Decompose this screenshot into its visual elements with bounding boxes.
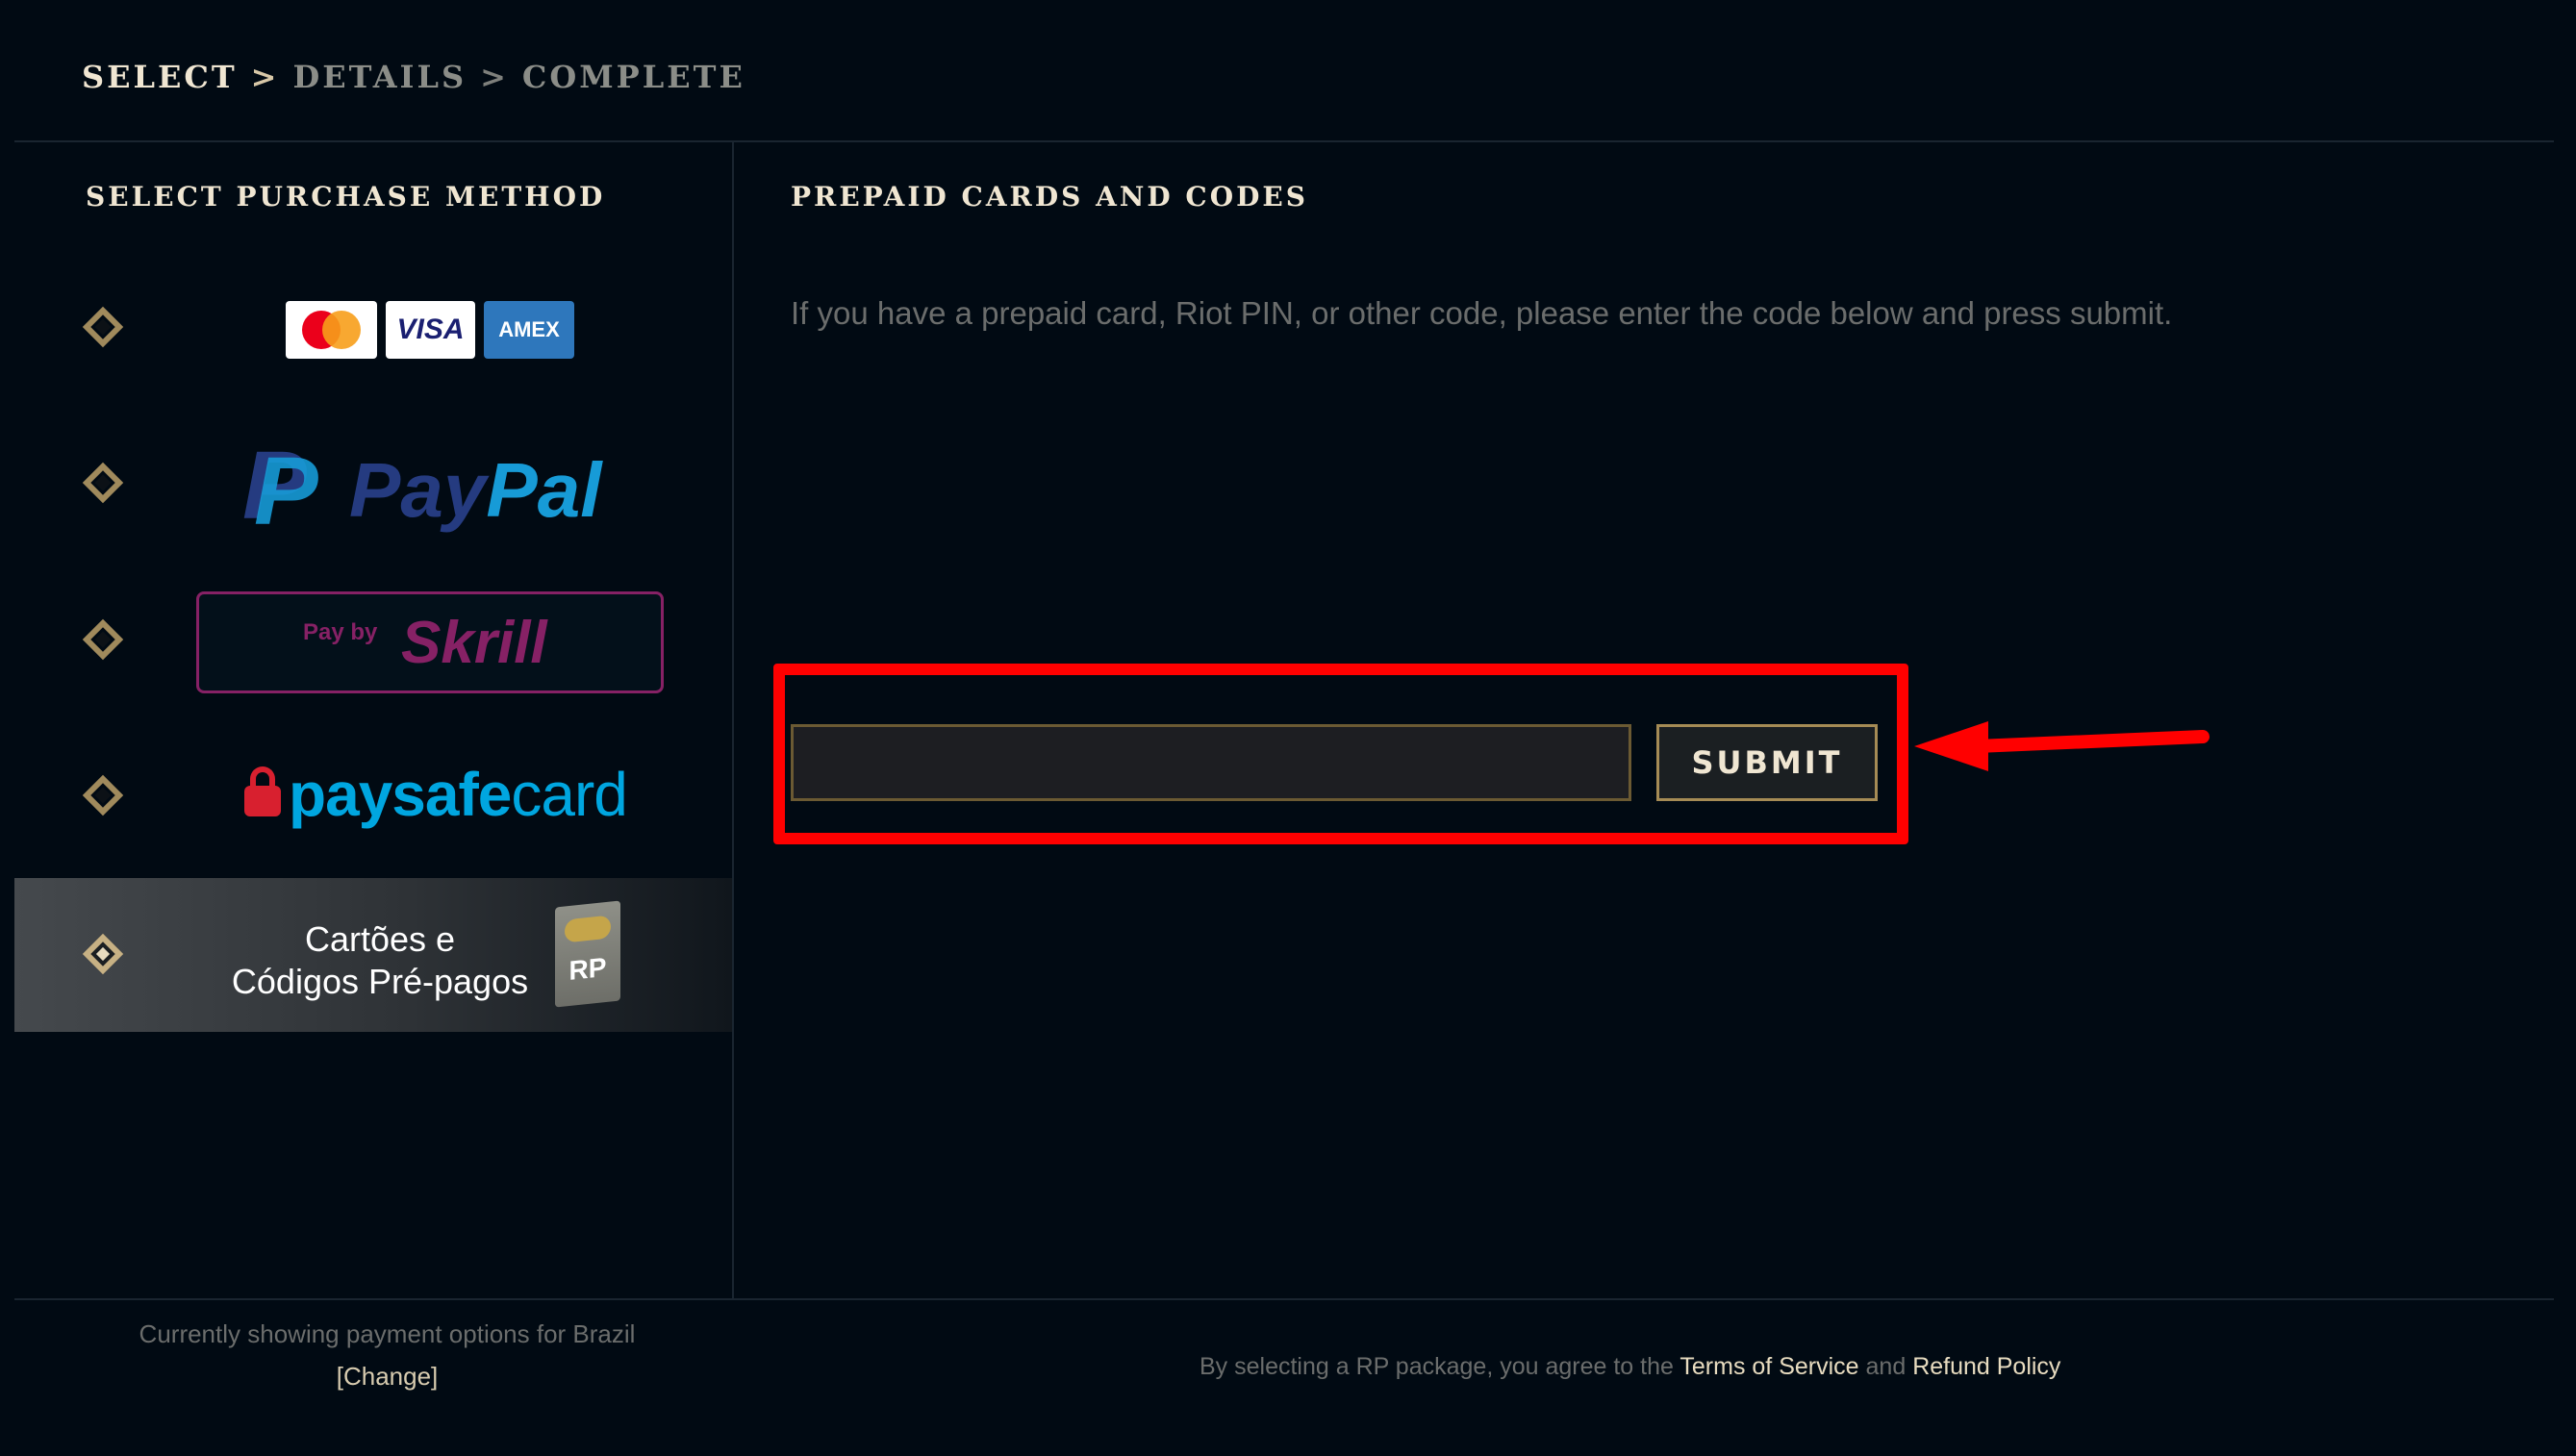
skrill-wordmark: Skrill [401,610,547,676]
prepaid-method-label: Cartões e Códigos Pré-pagos [202,918,558,1003]
purchase-method-title: SELECT PURCHASE METHOD [86,181,606,213]
breadcrumb-step-details: DETAILS [292,59,467,95]
prepaid-label-line2: Códigos Pré-pagos [231,962,529,1001]
terms-and: and [1858,1353,1913,1380]
terms-of-service-link[interactable]: Terms of Service [1679,1353,1858,1380]
mastercard-logo [286,301,377,359]
breadcrumb: SELECT > DETAILS > COMPLETE [82,54,745,100]
panel-divider [732,142,734,1300]
refund-policy-link[interactable]: Refund Policy [1912,1353,2060,1380]
footer-divider [14,1298,2554,1300]
change-region-link[interactable]: [Change] [14,1362,760,1392]
breadcrumb-step-select[interactable]: SELECT [82,59,238,95]
prepaid-label-line1: Cartões e [304,919,456,959]
rp-card-icon: RP [555,900,620,1008]
skrill-prefix: Pay by [303,619,378,645]
radio-diamond-icon[interactable] [82,618,124,661]
annotation-arrow-icon [1914,721,2210,771]
rp-badge: RP [568,951,607,987]
terms-notice: By selecting a RP package, you agree to … [1200,1353,2060,1381]
paypal-logo-icon: PP [242,432,318,545]
header-divider [14,140,2554,142]
paypal-logo: PayPal [349,447,602,533]
prepaid-section-title: PREPAID CARDS AND CODES [791,181,1308,213]
purchase-window: SELECT > DETAILS > COMPLETE SELECT PURCH… [0,0,2576,1456]
radio-diamond-icon[interactable] [82,774,124,816]
skrill-logo: Pay by Skrill [196,591,664,693]
terms-prefix: By selecting a RP package, you agree to … [1200,1353,1680,1380]
visa-logo: VISA [386,301,475,359]
breadcrumb-separator: > [480,59,509,95]
radio-diamond-icon[interactable] [82,462,124,504]
prepaid-instructions: If you have a prepaid card, Riot PIN, or… [791,295,2173,331]
annotation-highlight-box [773,664,1908,844]
region-notice: Currently showing payment options for Br… [139,1319,636,1348]
radio-diamond-icon[interactable] [82,933,124,975]
amex-logo: AMEX [484,301,574,359]
breadcrumb-step-complete: COMPLETE [521,59,745,95]
paysafecard-logo: paysafecard [289,760,628,829]
padlock-icon [244,766,281,816]
breadcrumb-separator: > [250,59,280,95]
radio-diamond-icon[interactable] [82,306,124,348]
